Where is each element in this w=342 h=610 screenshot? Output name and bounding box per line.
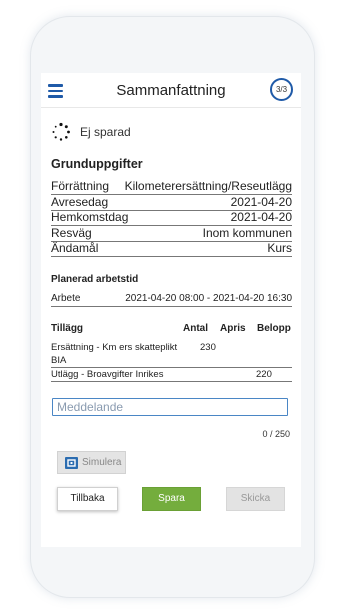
simulate-icon bbox=[65, 457, 78, 469]
planned-value: 2021-04-20 08:00 - 2021-04-20 16:30 bbox=[125, 293, 292, 304]
row-divider bbox=[51, 381, 292, 382]
basic-label: Resväg bbox=[51, 226, 92, 240]
row-divider bbox=[51, 367, 292, 368]
simulate-button[interactable]: Simulera bbox=[57, 451, 126, 474]
app-header: Sammanfattning 3/3 bbox=[41, 73, 301, 109]
basic-section-title: Grunduppgifter bbox=[51, 157, 143, 171]
additions-header-count: Antal bbox=[183, 323, 208, 334]
back-button[interactable]: Tillbaka bbox=[57, 487, 118, 511]
basic-value: Kurs bbox=[267, 241, 292, 255]
message-input[interactable] bbox=[52, 398, 288, 416]
basic-row: Hemkomstdag 2021-04-20 bbox=[51, 210, 292, 226]
planned-row: Arbete 2021-04-20 08:00 - 2021-04-20 16:… bbox=[51, 293, 292, 307]
page-title: Sammanfattning bbox=[116, 82, 226, 99]
planned-section-title: Planerad arbetstid bbox=[51, 274, 139, 285]
basic-row: Ändamål Kurs bbox=[51, 241, 292, 257]
additions-header-rate: Apris bbox=[220, 323, 246, 334]
addition-code: BIA bbox=[51, 355, 67, 366]
addition-name: Ersättning - Km ers skatteplikt bbox=[51, 342, 178, 353]
send-button[interactable]: Skicka bbox=[226, 487, 285, 511]
additions-header-name: Tillägg bbox=[51, 323, 84, 334]
addition-amount: 220 bbox=[256, 369, 272, 380]
basic-label: Ändamål bbox=[51, 241, 99, 255]
status-text: Ej sparad bbox=[80, 125, 131, 139]
step-indicator: 3/3 bbox=[270, 78, 293, 101]
header-divider bbox=[41, 107, 301, 108]
additions-header-amount: Belopp bbox=[257, 323, 291, 334]
basic-label: Förrättning bbox=[51, 179, 110, 193]
basic-row: Förrättning Kilometerersättning/Reseutlä… bbox=[51, 179, 292, 195]
save-button[interactable]: Spara bbox=[142, 487, 201, 511]
basic-label: Hemkomstdag bbox=[51, 210, 129, 224]
basic-value: Kilometerersättning/Reseutlägg bbox=[124, 179, 292, 193]
app-screen: Sammanfattning 3/3 Ej sparad Grunduppgif… bbox=[41, 73, 301, 547]
basic-row: Avresedag 2021-04-20 bbox=[51, 195, 292, 211]
basic-value: 2021-04-20 bbox=[230, 210, 292, 224]
addition-count: 230 bbox=[200, 342, 216, 353]
simulate-label: Simulera bbox=[82, 457, 122, 468]
planned-label: Arbete bbox=[51, 293, 81, 304]
addition-name: Utlägg - Broavgifter Inrikes bbox=[51, 369, 164, 380]
message-counter: 0 / 250 bbox=[262, 429, 290, 439]
basic-value: Inom kommunen bbox=[202, 226, 292, 240]
basic-row: Resväg Inom kommunen bbox=[51, 226, 292, 242]
basic-label: Avresedag bbox=[51, 195, 109, 209]
spinner-icon bbox=[52, 122, 70, 141]
basic-value: 2021-04-20 bbox=[230, 195, 292, 209]
